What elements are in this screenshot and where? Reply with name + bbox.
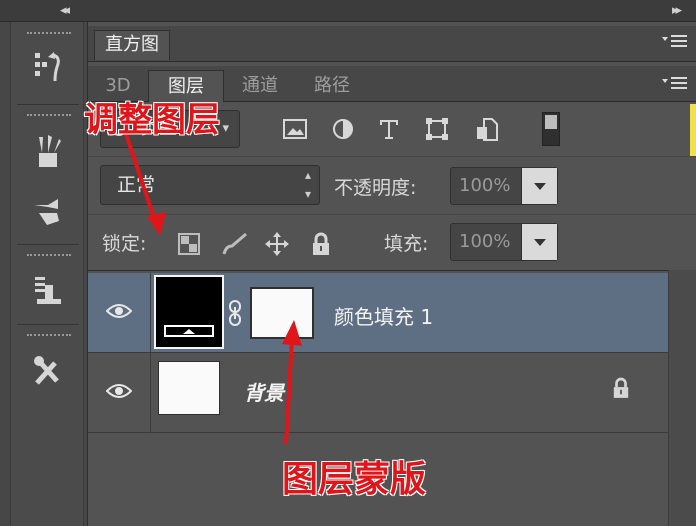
fill-field[interactable]: 100% [450, 223, 558, 261]
image-filter-icon[interactable] [282, 116, 308, 142]
lock-image-pixels-icon[interactable] [222, 231, 248, 257]
layer-row-background[interactable]: 背景 [88, 353, 668, 433]
lock-position-icon[interactable] [264, 231, 290, 257]
tool-dock [0, 22, 88, 526]
dock-grip[interactable] [27, 254, 71, 259]
background-thumbnail[interactable] [158, 361, 220, 415]
histogram-panel-header: 直方图 [88, 26, 696, 62]
visibility-eye-icon[interactable] [105, 303, 133, 319]
visibility-eye-icon[interactable] [105, 383, 133, 399]
blend-mode-select[interactable]: 正常 ▴ ▾ [100, 165, 320, 205]
brush-presets-icon[interactable] [25, 128, 71, 174]
lock-options-row: 锁定: 填充: 100% [88, 214, 696, 270]
annotation-adjust-layer: 调整图层 [84, 100, 220, 140]
smart-object-filter-icon[interactable] [474, 116, 500, 142]
layer-name[interactable]: 背景 [244, 377, 284, 406]
lock-all-icon[interactable] [308, 231, 334, 257]
mask-link-icon[interactable] [228, 299, 242, 327]
type-filter-icon[interactable] [376, 116, 402, 142]
opacity-value: 100% [459, 175, 511, 196]
collapse-right-icon[interactable]: ▸▸ [672, 3, 682, 18]
lock-transparent-pixels-icon[interactable] [176, 231, 202, 257]
opacity-dropdown-icon[interactable] [521, 168, 557, 204]
tab-histogram[interactable]: 直方图 [94, 30, 170, 60]
fill-label: 填充: [384, 233, 429, 255]
opacity-field[interactable]: 100% [450, 167, 558, 205]
layer-name[interactable]: 颜色填充 1 [334, 301, 433, 330]
layer-mask-thumbnail[interactable] [250, 287, 314, 339]
row-divider [150, 353, 151, 433]
fill-dropdown-icon[interactable] [521, 224, 557, 260]
panel-menu-icon[interactable] [662, 34, 688, 53]
filter-toggle-switch[interactable] [542, 112, 560, 146]
dock-separator [17, 104, 79, 105]
fill-layer-thumbnail[interactable] [154, 275, 224, 349]
lock-label: 锁定: [102, 233, 147, 255]
history-icon[interactable] [25, 44, 71, 90]
layer-lock-icon[interactable] [612, 377, 630, 403]
tab-paths[interactable]: 路径 [300, 70, 364, 102]
blend-mode-value: 正常 [117, 174, 156, 196]
layer-row-color-fill[interactable]: 颜色填充 1 [88, 273, 668, 353]
dock-grip[interactable] [27, 114, 71, 119]
dock-column [10, 22, 84, 526]
clone-source-icon[interactable] [25, 268, 71, 314]
tool-presets-icon[interactable] [25, 348, 71, 394]
dock-separator [17, 324, 79, 325]
updown-arrows-icon: ▴ ▾ [304, 168, 311, 201]
shape-filter-icon[interactable] [424, 116, 450, 142]
tab-channels[interactable]: 通道 [228, 70, 292, 102]
brush-icon[interactable] [25, 188, 71, 234]
chevron-down-icon: ▾ [222, 121, 229, 136]
collapse-left-icon[interactable]: ◂◂ [60, 3, 70, 18]
top-strip: ◂◂ ▸▸ [0, 0, 696, 22]
adjustment-filter-icon[interactable] [330, 116, 356, 142]
blend-options-row: 正常 ▴ ▾ 不透明度: 100% [88, 156, 696, 214]
dock-grip[interactable] [27, 334, 71, 339]
row-divider [150, 273, 151, 353]
annotation-layer-mask: 图层蒙版 [282, 459, 427, 500]
dock-separator [17, 244, 79, 245]
opacity-label: 不透明度: [334, 177, 417, 199]
layers-scrollbar[interactable] [668, 270, 696, 526]
dock-grip[interactable] [27, 32, 71, 37]
layers-panel-menu-icon[interactable] [662, 76, 688, 95]
fill-value: 100% [459, 231, 511, 252]
